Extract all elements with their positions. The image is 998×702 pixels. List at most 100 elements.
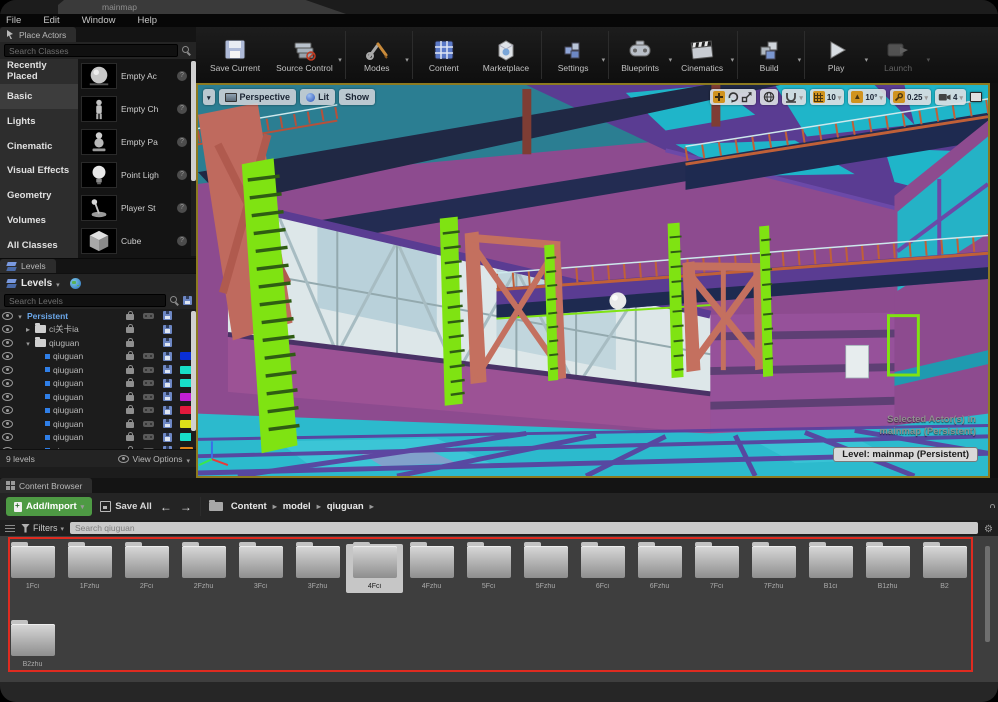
eye-icon[interactable] <box>2 379 13 387</box>
dropdown-caret-icon[interactable] <box>865 49 869 67</box>
world-local-toggle[interactable] <box>760 89 778 105</box>
lit-button[interactable]: Lit <box>300 89 335 105</box>
search-classes-input[interactable] <box>4 44 178 57</box>
eye-icon[interactable] <box>2 433 13 441</box>
eye-icon[interactable] <box>2 312 13 320</box>
lock-icon[interactable] <box>126 314 134 320</box>
scale-tool-button[interactable] <box>741 91 753 103</box>
menu-window[interactable]: Window <box>82 15 116 26</box>
folder-item[interactable]: 6Fci <box>574 544 631 593</box>
filters-button[interactable]: Filters <box>21 523 64 533</box>
class-info-icon[interactable] <box>177 137 187 147</box>
level-badge[interactable]: Level: mainmap (Persistent) <box>833 447 978 462</box>
window-tab[interactable]: mainmap <box>58 0 346 14</box>
menu-file[interactable]: File <box>6 15 21 26</box>
class-info-icon[interactable] <box>177 71 187 81</box>
save-icon[interactable] <box>163 433 172 442</box>
dropdown-caret-icon[interactable] <box>927 49 931 67</box>
expand-caret-icon[interactable] <box>24 338 32 348</box>
level-row[interactable]: qiuguan <box>0 404 196 418</box>
level-color-swatch[interactable] <box>180 447 193 449</box>
gamepad-icon[interactable] <box>143 380 154 386</box>
save-current-button[interactable]: Save Current <box>204 27 270 83</box>
list-item-player-start[interactable]: Player St <box>78 192 196 225</box>
modes-button[interactable]: Modes <box>348 27 410 83</box>
perspective-button[interactable]: Perspective <box>219 89 297 105</box>
folder-item[interactable]: 7Fci <box>688 544 745 593</box>
save-icon[interactable] <box>163 325 172 334</box>
gamepad-icon[interactable] <box>143 421 154 427</box>
rotate-tool-button[interactable] <box>727 91 739 103</box>
level-row[interactable]: qiuguan <box>0 390 196 404</box>
rotation-snap-value[interactable]: 10° <box>865 93 877 102</box>
gamepad-icon[interactable] <box>143 394 154 400</box>
eye-icon[interactable] <box>2 393 13 401</box>
menu-help[interactable]: Help <box>137 15 157 26</box>
category-basic[interactable]: Basic <box>0 84 78 109</box>
dropdown-caret-icon[interactable] <box>602 49 606 67</box>
gamepad-icon[interactable] <box>143 313 154 319</box>
save-all-button[interactable]: Save All <box>100 501 152 512</box>
folder-item[interactable]: 5Fci <box>460 544 517 593</box>
content-browser-scrollbar[interactable] <box>985 546 990 642</box>
level-row-folder[interactable]: qiuguan <box>0 336 196 350</box>
level-row[interactable]: qiuguan <box>0 417 196 431</box>
save-icon[interactable] <box>163 392 172 401</box>
forward-button[interactable]: → <box>180 500 192 514</box>
lock-icon[interactable] <box>126 341 134 347</box>
view-settings-icon[interactable] <box>984 519 993 537</box>
folder-item[interactable]: 7Fzhu <box>745 544 802 593</box>
class-info-icon[interactable] <box>177 203 187 213</box>
category-lights[interactable]: Lights <box>0 109 78 134</box>
tab-levels[interactable]: Levels <box>0 259 56 273</box>
surface-snap-button[interactable] <box>782 89 806 105</box>
settings-button[interactable]: Settings <box>544 27 606 83</box>
folder-item[interactable]: B2zhu <box>4 622 61 668</box>
menu-edit[interactable]: Edit <box>43 15 59 26</box>
breadcrumb-model[interactable]: model <box>283 501 311 512</box>
lock-icon[interactable] <box>126 327 134 333</box>
gamepad-icon[interactable] <box>143 434 154 440</box>
dropdown-caret-icon[interactable] <box>669 49 673 67</box>
blueprints-button[interactable]: Blueprints <box>611 27 673 83</box>
rotation-snap-toggle[interactable] <box>851 91 863 103</box>
collapse-caret-icon[interactable] <box>24 324 32 334</box>
cinematics-button[interactable]: Cinematics <box>673 27 735 83</box>
viewport[interactable]: Perspective Lit Show 10 <box>196 83 990 478</box>
eye-icon[interactable] <box>2 352 13 360</box>
save-icon[interactable] <box>163 406 172 415</box>
category-recently-placed[interactable]: Recently Placed <box>0 59 78 84</box>
gamepad-icon[interactable] <box>143 367 154 373</box>
sources-panel-icon[interactable] <box>5 525 15 532</box>
save-icon[interactable] <box>163 419 172 428</box>
launch-button[interactable]: Launch <box>869 27 931 83</box>
lock-icon[interactable] <box>126 354 134 360</box>
list-item-empty-actor[interactable]: Empty Ac <box>78 59 196 92</box>
scale-snap-toggle[interactable] <box>893 91 905 103</box>
grid-snap-value[interactable]: 10 <box>827 93 836 102</box>
eye-icon[interactable] <box>2 325 13 333</box>
level-row-persistent[interactable]: Persistent <box>0 309 196 323</box>
grid-snap-control[interactable]: 10 <box>810 89 844 105</box>
expand-caret-icon[interactable] <box>16 311 24 321</box>
folder-item[interactable]: 2Fzhu <box>175 544 232 593</box>
save-icon[interactable] <box>163 352 172 361</box>
list-item-empty-pawn[interactable]: Empty Pa <box>78 125 196 158</box>
category-cinematic[interactable]: Cinematic <box>0 134 78 159</box>
back-button[interactable]: ← <box>160 500 172 514</box>
folder-item[interactable]: 6Fzhu <box>631 544 688 593</box>
breadcrumb-qiuguan[interactable]: qiuguan <box>327 501 364 512</box>
camera-speed-control[interactable]: 4 <box>935 89 966 105</box>
save-levels-icon[interactable] <box>183 296 192 305</box>
lock-icon[interactable] <box>126 408 134 414</box>
category-geometry[interactable]: Geometry <box>0 183 78 208</box>
level-row[interactable]: qiuguan <box>0 363 196 377</box>
folder-item[interactable]: 3Fci <box>232 544 289 593</box>
camera-speed-value[interactable]: 4 <box>953 93 957 102</box>
dropdown-caret-icon[interactable] <box>731 49 735 67</box>
eye-icon[interactable] <box>2 366 13 374</box>
folder-item[interactable]: B1zhu <box>859 544 916 593</box>
eye-icon[interactable] <box>2 447 13 449</box>
level-row[interactable]: qiuguan <box>0 431 196 445</box>
folder-item[interactable]: B2 <box>916 544 973 593</box>
